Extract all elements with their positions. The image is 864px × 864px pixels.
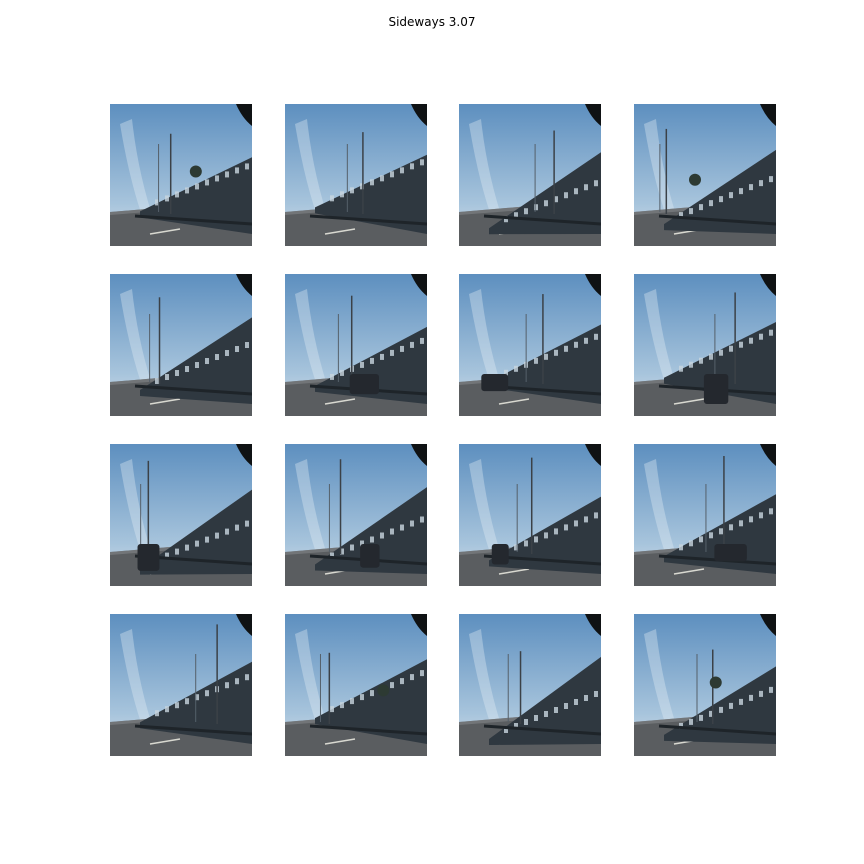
frame-image	[110, 104, 252, 246]
frame-image	[634, 274, 776, 416]
frame-image	[459, 104, 601, 246]
frame-image	[634, 614, 776, 756]
frame-image	[110, 444, 252, 586]
frame-image	[634, 444, 776, 586]
frame-image	[110, 274, 252, 416]
frame-image	[459, 614, 601, 756]
frame-image	[634, 104, 776, 246]
frame-image	[459, 274, 601, 416]
figure-title: Sideways 3.07	[388, 15, 476, 29]
frame-grid	[110, 104, 776, 756]
frame-image	[285, 104, 427, 246]
frame-image	[285, 614, 427, 756]
frame-image	[285, 444, 427, 586]
frame-image	[110, 614, 252, 756]
frame-image	[285, 274, 427, 416]
frame-image	[459, 444, 601, 586]
